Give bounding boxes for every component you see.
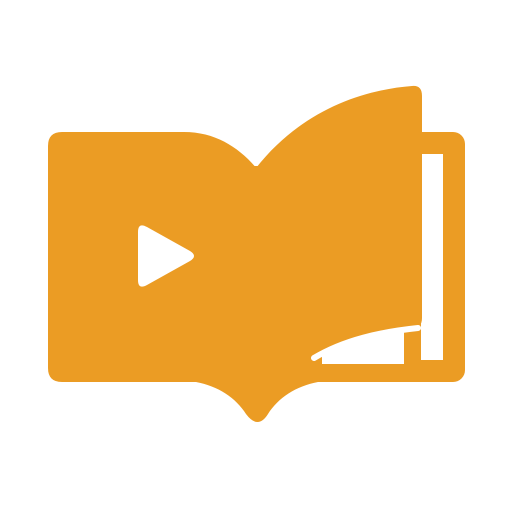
book-spine	[250, 166, 322, 382]
video-book-icon	[48, 85, 465, 422]
icon-canvas	[0, 0, 512, 512]
